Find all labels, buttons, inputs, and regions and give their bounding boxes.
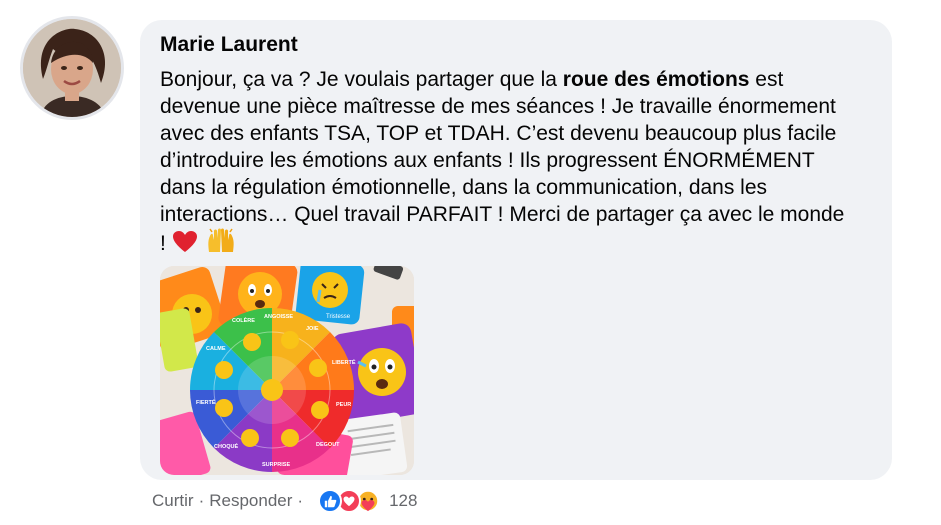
comment-text-bold: roue des émotions xyxy=(562,68,750,91)
wheel-label: JOIE xyxy=(306,326,319,332)
comment-text: Bonjour, ça va ? Je voulais partager que… xyxy=(160,66,850,257)
wheel-label: FIERTÉ xyxy=(196,398,216,406)
wheel-label: COLÈRE xyxy=(232,316,255,324)
attached-image[interactable]: Tristesse CALME COLÈRE ANGOISSE JOIE LIB… xyxy=(160,266,414,475)
wheel-label: ANGOISSE xyxy=(264,314,293,320)
heart-emoji xyxy=(172,230,200,254)
like-reaction-icon xyxy=(318,489,343,513)
avatar-portrait xyxy=(23,19,121,117)
comment-author[interactable]: Marie Laurent xyxy=(160,32,872,58)
comment-text-intro: Bonjour, ça va ? Je voulais partager que… xyxy=(160,68,563,91)
like-link[interactable]: Curtir xyxy=(152,491,194,511)
reaction-count[interactable]: 128 xyxy=(389,491,417,511)
wheel-label: PEUR xyxy=(336,402,351,408)
wheel-label: CHOQUÉ xyxy=(214,442,238,450)
comment-text-body: est devenue une pièce maîtresse de mes s… xyxy=(160,68,845,255)
comment-thread: Marie Laurent Bonjour, ça va ? Je voulai… xyxy=(0,0,941,525)
separator: · xyxy=(198,491,205,510)
comment-bubble: Marie Laurent Bonjour, ça va ? Je voulai… xyxy=(140,20,892,480)
avatar[interactable] xyxy=(20,16,124,120)
separator: · xyxy=(297,491,304,510)
emotion-wheel-photo: Tristesse CALME COLÈRE ANGOISSE JOIE LIB… xyxy=(160,266,414,475)
wheel-label: SURPRISE xyxy=(262,462,290,468)
comment-actions: Curtir · Responder · 128 xyxy=(152,488,417,514)
card-label-tristesse: Tristesse xyxy=(326,314,351,320)
wheel-label: DEGOUT xyxy=(316,442,340,448)
wheel-label: CALME xyxy=(206,346,226,352)
raising-hands-emoji xyxy=(206,227,234,252)
wheel-label: LIBERTÉ xyxy=(332,358,356,366)
reactions-summary[interactable] xyxy=(318,489,380,513)
reply-link[interactable]: Responder xyxy=(209,491,292,511)
